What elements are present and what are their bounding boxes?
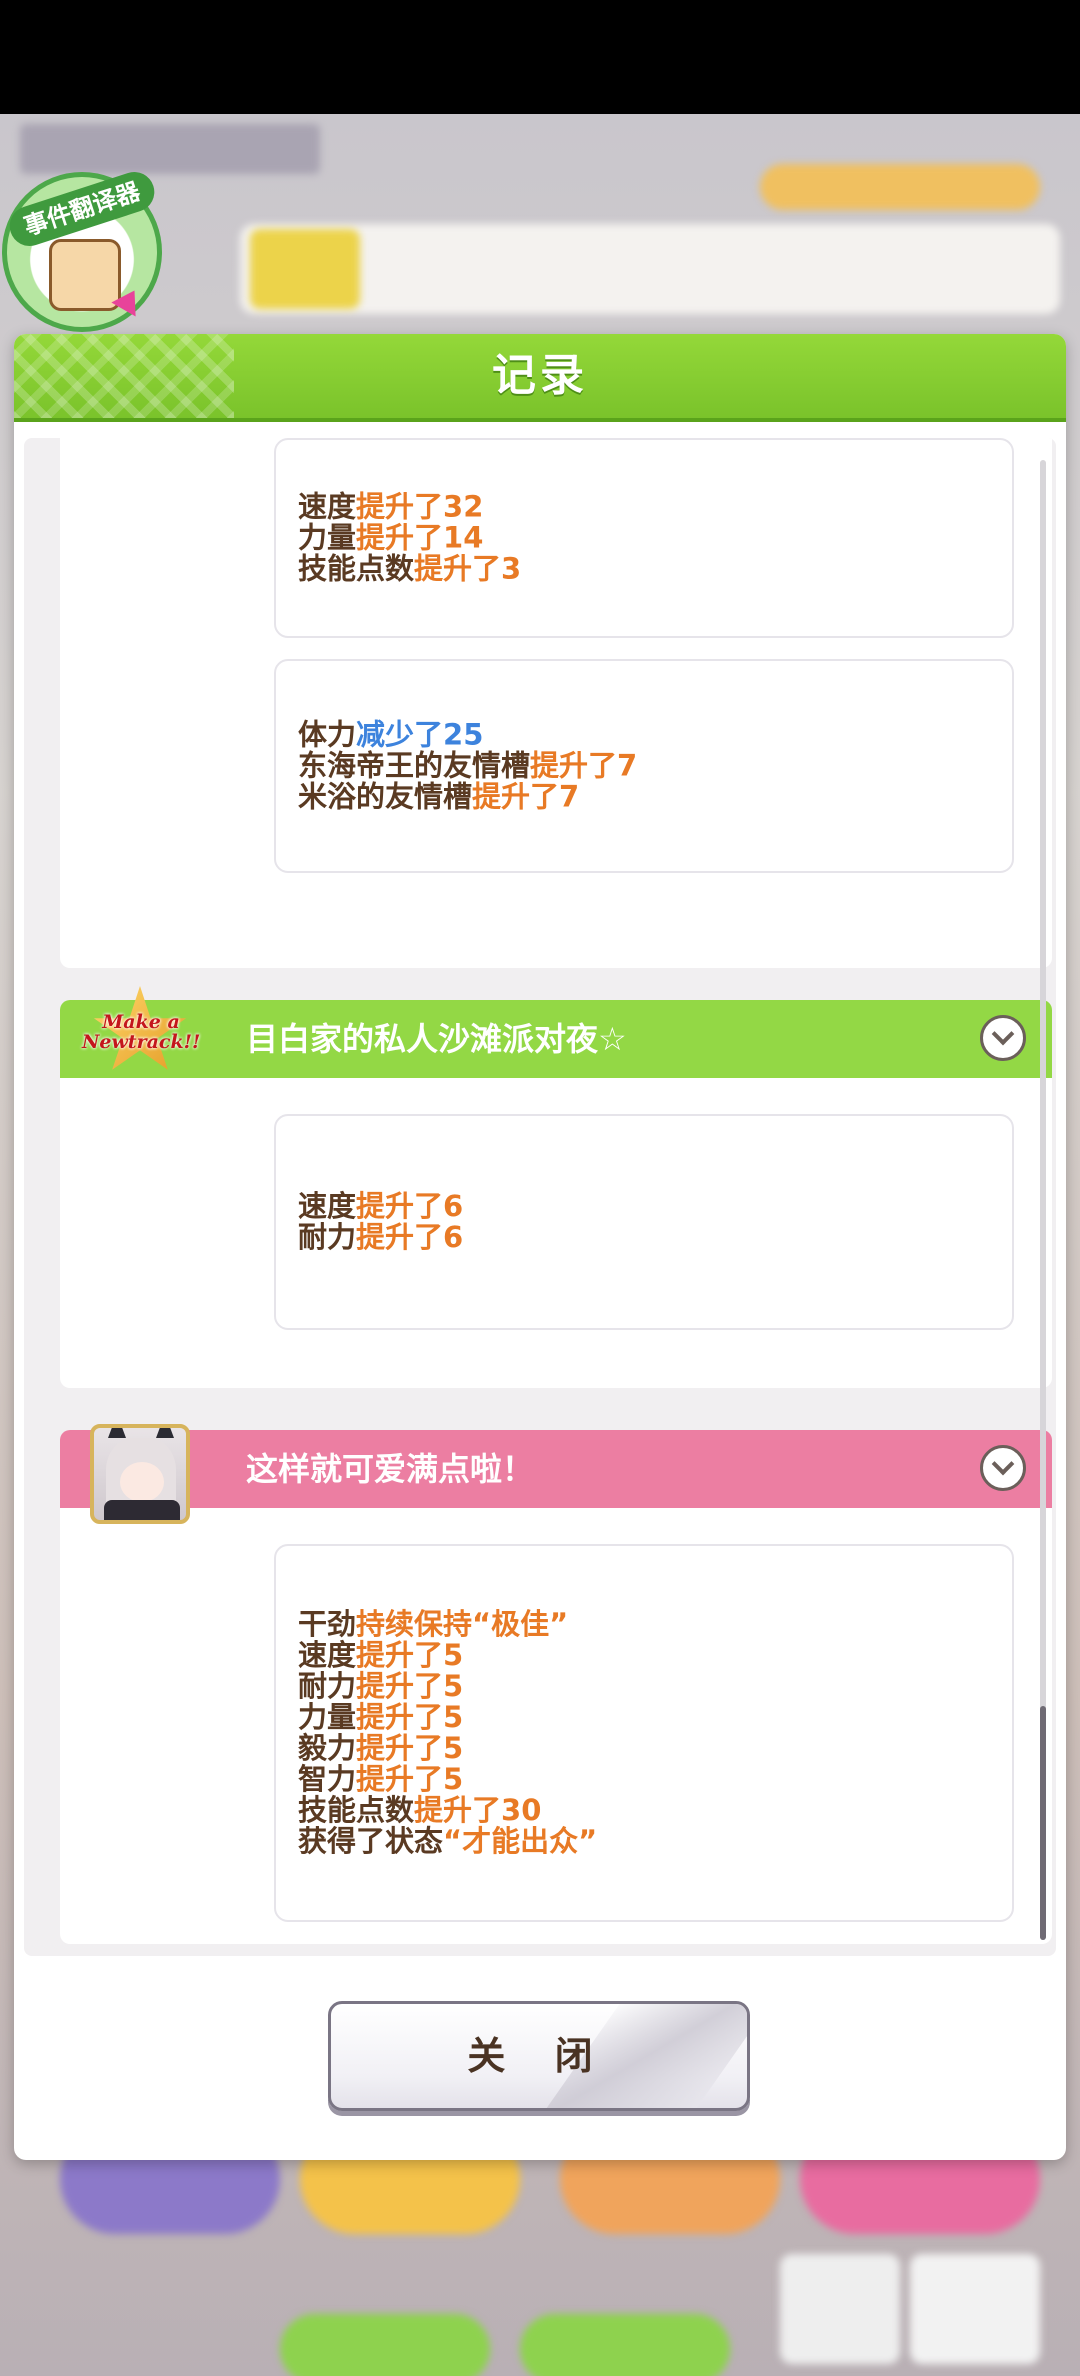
record-list[interactable]: 速度提升了32 力量提升了14 技能点数提升了3 体力减少了25 东海帝王的友情槽提升… bbox=[24, 438, 1056, 1956]
stat-change: 提升了7 bbox=[472, 779, 580, 814]
stat-name: 速度 bbox=[298, 489, 357, 524]
record-lines: 体力减少了25 东海帝王的友情槽提升了7 米浴的友情槽提升了7 bbox=[298, 717, 1002, 814]
stat-name: 米浴的友情槽 bbox=[298, 779, 473, 814]
bg-panel bbox=[760, 164, 1040, 210]
close-button-label: 关 闭 bbox=[467, 2034, 611, 2078]
ear-shape bbox=[156, 1428, 174, 1438]
stat-change: 提升了3 bbox=[414, 551, 522, 586]
stat-name: 耐力 bbox=[298, 1669, 357, 1703]
close-button[interactable]: 关 闭 bbox=[328, 2001, 750, 2111]
event-header[interactable]: Make a Newtrack!! 目白家的私人沙滩派对夜☆ bbox=[60, 986, 1052, 1078]
record-card: 干劲持续保持“极佳” 速度提升了5 耐力提升了5 力量提升了5 毅力提升了5 智力提升了5… bbox=[274, 1544, 1014, 1922]
collar-shape bbox=[104, 1500, 180, 1520]
stat-line: 速度提升了5 bbox=[298, 1640, 1002, 1671]
record-dialog: 记录 速度提升了32 力量提升了14 技能点数提升了3 体力减少了25 东海帝王的友情… bbox=[14, 334, 1066, 2160]
stat-name: 东海帝王的友情槽 bbox=[298, 748, 531, 783]
bg-panel bbox=[250, 229, 360, 309]
stat-name: 速度 bbox=[298, 1638, 357, 1672]
bg-panel bbox=[20, 124, 320, 174]
ear-shape bbox=[108, 1428, 126, 1438]
chevron-down-icon[interactable] bbox=[980, 1445, 1026, 1491]
status-quote: “才能出众” bbox=[443, 1824, 598, 1858]
dialog-title: 记录 bbox=[492, 350, 588, 401]
stat-name: 智力 bbox=[298, 1762, 357, 1796]
stat-change: 提升了6 bbox=[356, 1189, 464, 1223]
stat-line: 智力提升了5 bbox=[298, 1764, 1002, 1795]
stat-name: 毅力 bbox=[298, 1731, 357, 1765]
event-icon-text: Make a Newtrack!! bbox=[82, 1011, 201, 1053]
stat-change: 提升了30 bbox=[414, 1793, 542, 1827]
stat-line: 速度提升了32 bbox=[298, 489, 1002, 524]
stat-line: 技能点数提升了3 bbox=[298, 551, 1002, 586]
status-quote: “极佳” bbox=[472, 1607, 569, 1641]
stat-line: 技能点数提升了30 bbox=[298, 1795, 1002, 1826]
event-translator-badge[interactable]: 事件翻译器 bbox=[2, 166, 162, 332]
stat-name: 技能点数 bbox=[298, 1793, 415, 1827]
bg-button bbox=[280, 2314, 490, 2376]
record-card: 体力减少了25 东海帝王的友情槽提升了7 米浴的友情槽提升了7 bbox=[274, 659, 1014, 873]
character-avatar-icon bbox=[49, 239, 121, 311]
chevron-down-icon[interactable] bbox=[980, 1015, 1026, 1061]
stat-change: 提升了14 bbox=[356, 520, 484, 555]
event-group: Make a Newtrack!! 目白家的私人沙滩派对夜☆ 速度提升了6 耐力提… bbox=[60, 986, 1052, 1388]
event-group: 这样就可爱满点啦！ 干劲持续保持“极佳” 速度提升了5 耐力提升了5 力量提升了5 毅力… bbox=[60, 1424, 1052, 1944]
stat-line: 干劲持续保持“极佳” bbox=[298, 1609, 1002, 1640]
event-group: 速度提升了32 力量提升了14 技能点数提升了3 体力减少了25 东海帝王的友情槽提升… bbox=[60, 438, 1052, 968]
event-header[interactable]: 这样就可爱满点啦！ bbox=[60, 1424, 1052, 1524]
stat-line: 力量提升了5 bbox=[298, 1702, 1002, 1733]
character-portrait-icon bbox=[90, 1424, 190, 1524]
stat-change: 提升了5 bbox=[356, 1762, 464, 1796]
stat-line: 东海帝王的友情槽提升了7 bbox=[298, 748, 1002, 783]
stat-line: 速度提升了6 bbox=[298, 1191, 1002, 1222]
face-shape bbox=[120, 1462, 164, 1502]
record-card: 速度提升了6 耐力提升了6 bbox=[274, 1114, 1014, 1330]
newtrack-event-icon: Make a Newtrack!! bbox=[82, 986, 200, 1082]
stat-change: 减少了25 bbox=[356, 717, 484, 752]
stat-change: 提升了6 bbox=[356, 1220, 464, 1254]
event-title: 目白家的私人沙滩派对夜☆ bbox=[246, 1020, 627, 1058]
event-title: 这样就可爱满点啦！ bbox=[246, 1450, 535, 1488]
header-divider bbox=[14, 418, 1066, 422]
stat-change: 提升了7 bbox=[530, 748, 638, 783]
record-card: 速度提升了32 力量提升了14 技能点数提升了3 bbox=[274, 438, 1014, 638]
stat-change: 提升了32 bbox=[356, 489, 484, 524]
bg-panel bbox=[910, 2254, 1040, 2364]
bg-panel bbox=[780, 2254, 900, 2364]
record-lines: 干劲持续保持“极佳” 速度提升了5 耐力提升了5 力量提升了5 毅力提升了5 智力提升了5… bbox=[298, 1609, 1002, 1857]
stat-line: 米浴的友情槽提升了7 bbox=[298, 779, 1002, 814]
stat-name: 技能点数 bbox=[298, 551, 415, 586]
stat-change: 提升了5 bbox=[356, 1669, 464, 1703]
stat-change: 提升了5 bbox=[356, 1638, 464, 1672]
stat-change: 持续保持 bbox=[356, 1607, 473, 1641]
stat-name: 获得了状态 bbox=[298, 1824, 444, 1858]
scrollbar-thumb[interactable] bbox=[1040, 1706, 1046, 1940]
stat-name: 耐力 bbox=[298, 1220, 357, 1254]
stat-line: 力量提升了14 bbox=[298, 520, 1002, 555]
stat-change: 提升了5 bbox=[356, 1700, 464, 1734]
bg-button bbox=[520, 2314, 730, 2376]
record-lines: 速度提升了6 耐力提升了6 bbox=[298, 1191, 1002, 1253]
stat-line: 体力减少了25 bbox=[298, 717, 1002, 752]
dialog-header: 记录 bbox=[14, 334, 1066, 422]
stat-line: 毅力提升了5 bbox=[298, 1733, 1002, 1764]
bg-panel bbox=[240, 224, 1060, 314]
stat-name: 力量 bbox=[298, 520, 357, 555]
stat-name: 干劲 bbox=[298, 1607, 357, 1641]
stat-name: 体力 bbox=[298, 717, 357, 752]
stat-change: 提升了5 bbox=[356, 1731, 464, 1765]
stat-line: 耐力提升了6 bbox=[298, 1222, 1002, 1253]
stat-name: 速度 bbox=[298, 1189, 357, 1223]
stat-line: 耐力提升了5 bbox=[298, 1671, 1002, 1702]
stat-line: 获得了状态“才能出众” bbox=[298, 1826, 1002, 1857]
record-lines: 速度提升了32 力量提升了14 技能点数提升了3 bbox=[298, 489, 1002, 586]
stat-name: 力量 bbox=[298, 1700, 357, 1734]
